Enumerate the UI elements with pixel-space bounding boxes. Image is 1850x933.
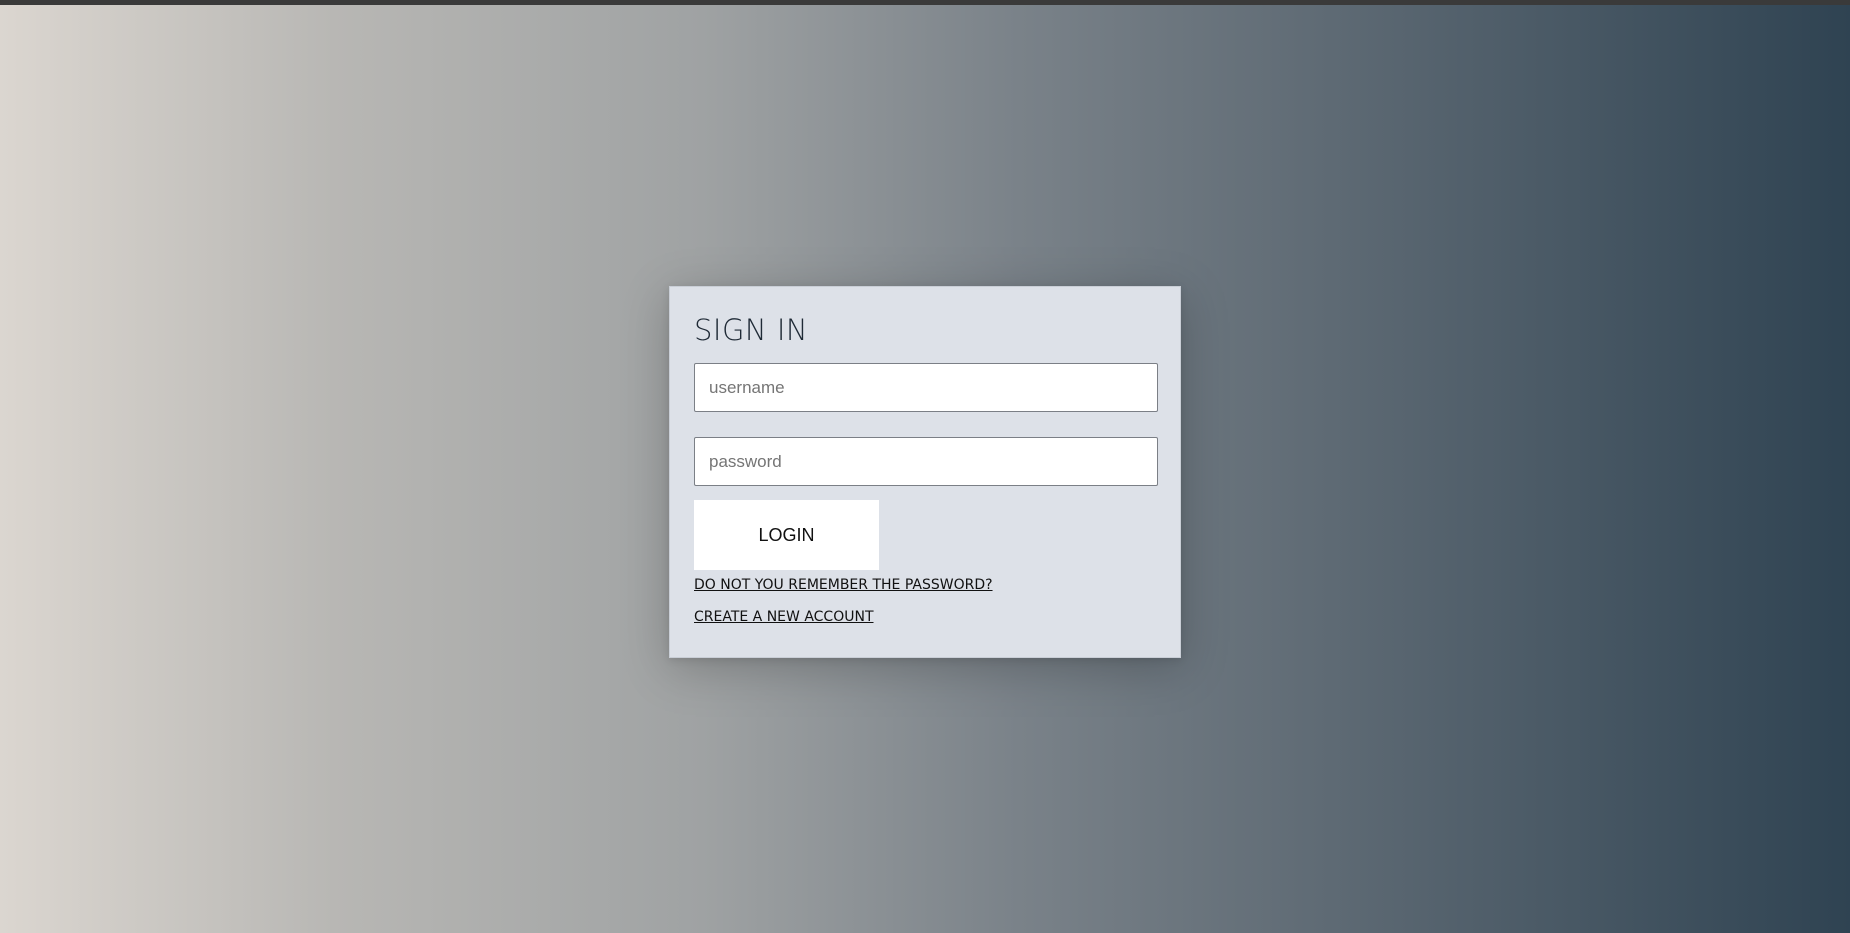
login-title: SIGN IN xyxy=(694,313,809,347)
username-input[interactable] xyxy=(694,363,1158,412)
password-input[interactable] xyxy=(694,437,1158,486)
top-border-bar xyxy=(0,0,1850,5)
forgot-password-link[interactable]: DO NOT YOU REMEMBER THE PASSWORD? xyxy=(694,577,993,593)
create-account-link[interactable]: CREATE A NEW ACCOUNT xyxy=(694,609,874,625)
login-card: SIGN IN LOGIN DO NOT YOU REMEMBER THE PA… xyxy=(669,286,1181,658)
login-button[interactable]: LOGIN xyxy=(694,500,879,570)
